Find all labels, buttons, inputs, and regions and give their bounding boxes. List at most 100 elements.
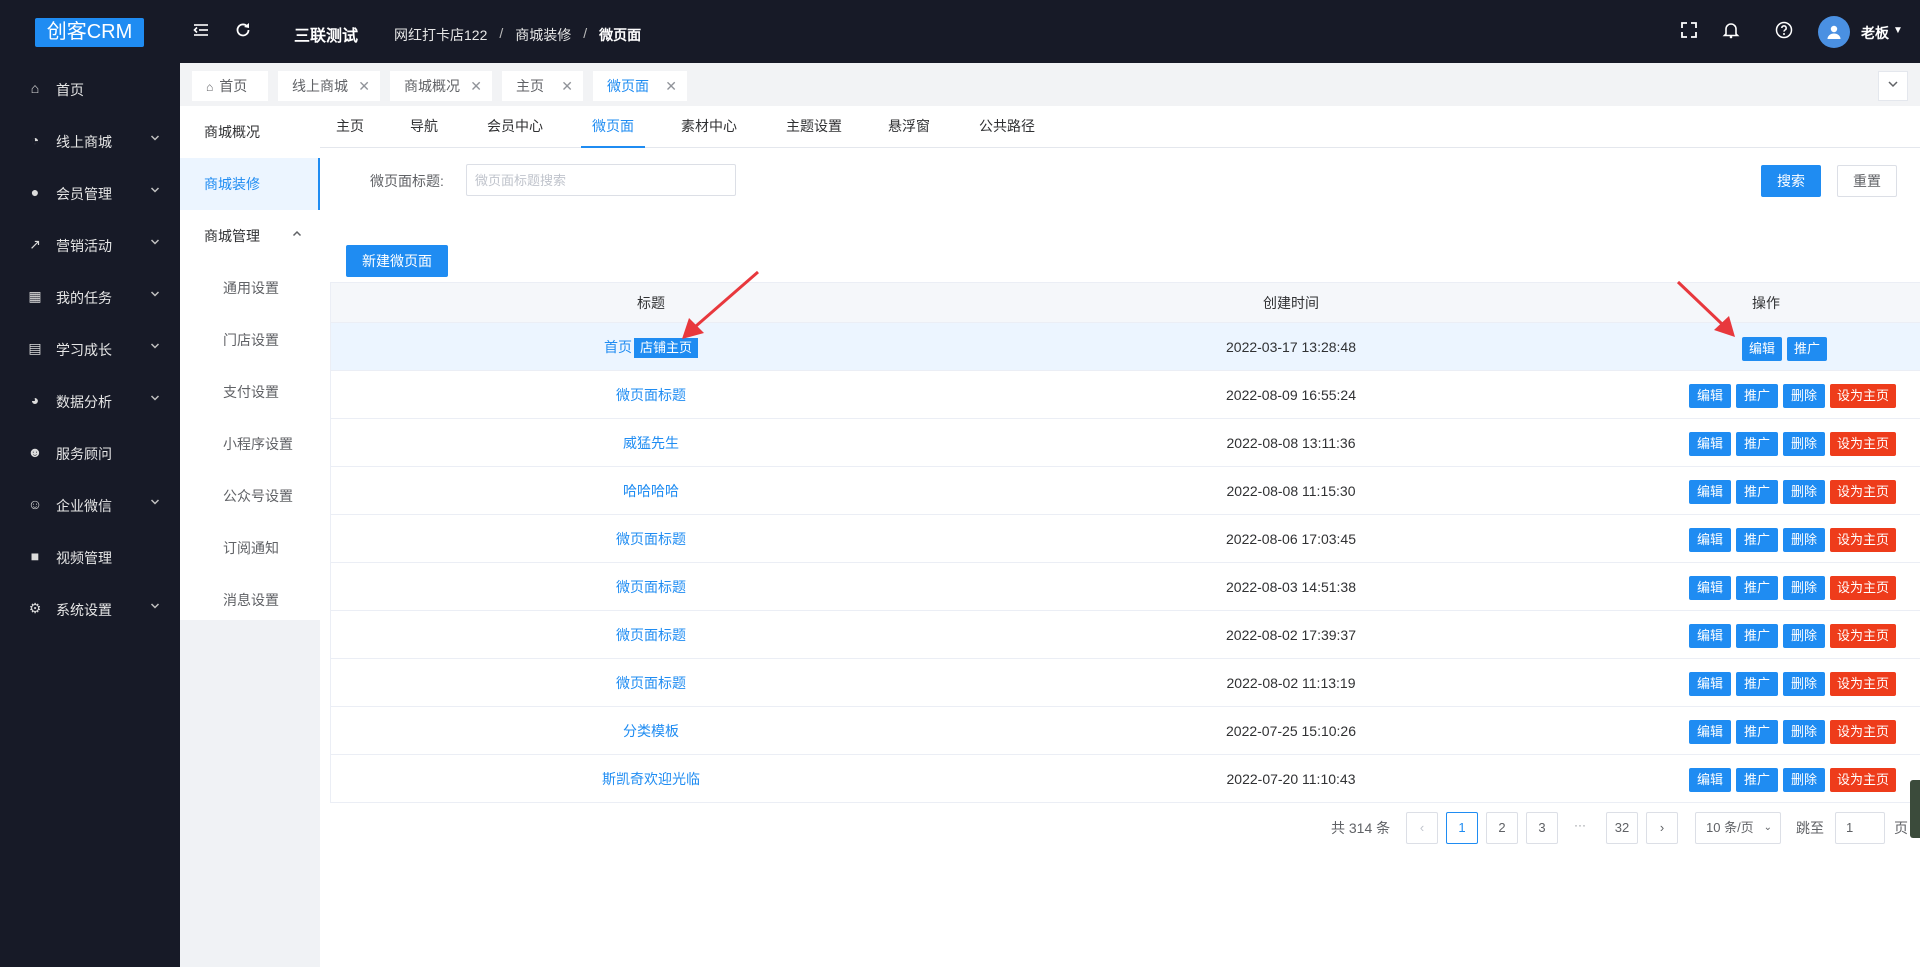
submenu-item[interactable]: 小程序设置 <box>180 418 320 470</box>
sidebar-item[interactable]: ↗ 营销活动 <box>0 219 180 271</box>
promote-button[interactable]: 推广 <box>1736 672 1779 696</box>
edit-button[interactable]: 编辑 <box>1689 672 1732 696</box>
breadcrumb-item[interactable]: 商城装修 <box>515 25 571 45</box>
close-icon[interactable]: ✕ <box>470 71 482 101</box>
promote-button[interactable]: 推广 <box>1736 432 1779 456</box>
submenu-item[interactable]: 商城装修 <box>180 158 320 210</box>
navtab[interactable]: 微页面 <box>581 106 645 148</box>
set-home-button[interactable]: 设为主页 <box>1830 576 1897 600</box>
page-size-select[interactable]: 10 条/页 ⌄ <box>1695 812 1781 844</box>
avatar[interactable] <box>1818 16 1850 48</box>
row-title-link[interactable]: 斯凯奇欢迎光临 <box>602 771 700 787</box>
close-icon[interactable]: ✕ <box>665 71 677 101</box>
tag-item[interactable]: 线上商城 ✕ <box>278 71 380 101</box>
submenu-item[interactable]: 通用设置 <box>180 262 320 314</box>
sidebar-item[interactable]: ⚙ 系统设置 <box>0 583 180 635</box>
edit-button[interactable]: 编辑 <box>1689 384 1732 408</box>
row-title-link[interactable]: 威猛先生 <box>623 435 679 451</box>
breadcrumb-item[interactable]: 网红打卡店122 <box>394 25 487 45</box>
navtab[interactable]: 主题设置 <box>786 106 844 148</box>
set-home-button[interactable]: 设为主页 <box>1830 384 1897 408</box>
sidebar-item[interactable]: ▦ 我的任务 <box>0 271 180 323</box>
edit-button[interactable]: 编辑 <box>1689 720 1732 744</box>
submenu-item[interactable]: 消息设置 <box>180 574 320 626</box>
row-title-link[interactable]: 微页面标题 <box>616 531 686 547</box>
row-title-link[interactable]: 微页面标题 <box>616 675 686 691</box>
delete-button[interactable]: 删除 <box>1783 432 1826 456</box>
edit-button[interactable]: 编辑 <box>1689 480 1732 504</box>
delete-button[interactable]: 删除 <box>1783 720 1826 744</box>
next-page-button[interactable]: › <box>1646 812 1678 844</box>
sidebar-item[interactable]: ☻ 服务顾问 <box>0 427 180 479</box>
user-name[interactable]: 老板 <box>1861 23 1889 43</box>
page-ellipsis[interactable]: ··· <box>1574 818 1586 832</box>
tag-item[interactable]: 微页面 ✕ <box>593 71 687 101</box>
delete-button[interactable]: 删除 <box>1783 672 1826 696</box>
delete-button[interactable]: 删除 <box>1783 480 1826 504</box>
set-home-button[interactable]: 设为主页 <box>1830 480 1897 504</box>
row-title-link[interactable]: 微页面标题 <box>616 579 686 595</box>
search-input[interactable] <box>466 164 736 196</box>
edit-button[interactable]: 编辑 <box>1689 528 1732 552</box>
submenu-item[interactable]: 公众号设置 <box>180 470 320 522</box>
tag-item[interactable]: 主页 ✕ <box>502 71 583 101</box>
promote-button[interactable]: 推广 <box>1736 768 1779 792</box>
submenu-item[interactable]: 商城概况 <box>180 106 320 158</box>
delete-button[interactable]: 删除 <box>1783 384 1826 408</box>
edit-button[interactable]: 编辑 <box>1689 768 1732 792</box>
navtab[interactable]: 会员中心 <box>487 106 545 148</box>
reset-button[interactable]: 重置 <box>1837 165 1897 197</box>
promote-button[interactable]: 推广 <box>1736 624 1779 648</box>
app-logo[interactable]: 创客CRM <box>35 18 144 47</box>
prev-page-button[interactable]: ‹ <box>1406 812 1438 844</box>
navtab[interactable]: 公共路径 <box>979 106 1037 148</box>
sidebar-item[interactable]: ▤ 学习成长 <box>0 323 180 375</box>
delete-button[interactable]: 删除 <box>1783 528 1826 552</box>
delete-button[interactable]: 删除 <box>1783 768 1826 792</box>
submenu-item[interactable]: 商城管理 <box>180 210 320 262</box>
set-home-button[interactable]: 设为主页 <box>1830 432 1897 456</box>
sidebar-item[interactable]: ■ 视频管理 <box>0 531 180 583</box>
submenu-item[interactable]: 门店设置 <box>180 314 320 366</box>
collapse-menu-icon[interactable] <box>191 21 211 41</box>
row-title-link[interactable]: 微页面标题 <box>616 627 686 643</box>
delete-button[interactable]: 删除 <box>1783 624 1826 648</box>
bell-icon[interactable] <box>1721 21 1741 41</box>
promote-button[interactable]: 推广 <box>1736 576 1779 600</box>
close-icon[interactable]: ✕ <box>358 71 370 101</box>
row-title-link[interactable]: 分类模板 <box>623 723 679 739</box>
sidebar-item[interactable]: ◕ 数据分析 <box>0 375 180 427</box>
side-drag-handle[interactable] <box>1910 780 1920 838</box>
sidebar-item[interactable]: ⌂ 首页 <box>0 63 180 115</box>
system-name[interactable]: 三联测试 <box>294 22 358 46</box>
sidebar-item[interactable]: ◔ 线上商城 <box>0 115 180 167</box>
sidebar-item[interactable]: ☺ 企业微信 <box>0 479 180 531</box>
edit-button[interactable]: 编辑 <box>1689 624 1732 648</box>
refresh-icon[interactable] <box>233 21 253 41</box>
close-icon[interactable]: ✕ <box>561 71 573 101</box>
set-home-button[interactable]: 设为主页 <box>1830 624 1897 648</box>
fullscreen-icon[interactable] <box>1679 21 1699 41</box>
set-home-button[interactable]: 设为主页 <box>1830 528 1897 552</box>
promote-button[interactable]: 推广 <box>1736 720 1779 744</box>
chevron-down-icon[interactable] <box>1878 71 1908 101</box>
navtab[interactable]: 悬浮窗 <box>888 106 932 148</box>
promote-button[interactable]: 推广 <box>1736 384 1779 408</box>
new-page-button[interactable]: 新建微页面 <box>346 245 448 277</box>
set-home-button[interactable]: 设为主页 <box>1830 720 1897 744</box>
row-title-link[interactable]: 微页面标题 <box>616 387 686 403</box>
row-title-link[interactable]: 首页 <box>604 339 632 355</box>
navtab[interactable]: 素材中心 <box>681 106 739 148</box>
page-button[interactable]: 2 <box>1486 812 1518 844</box>
tag-item[interactable]: ⌂ 首页 <box>192 71 268 101</box>
edit-button[interactable]: 编辑 <box>1742 337 1783 361</box>
edit-button[interactable]: 编辑 <box>1689 576 1732 600</box>
promote-button[interactable]: 推广 <box>1787 337 1828 361</box>
page-button[interactable]: 32 <box>1606 812 1638 844</box>
page-button[interactable]: 3 <box>1526 812 1558 844</box>
submenu-item[interactable]: 支付设置 <box>180 366 320 418</box>
tag-item[interactable]: 商城概况 ✕ <box>390 71 492 101</box>
row-title-link[interactable]: 哈哈哈哈 <box>623 483 679 499</box>
submenu-item[interactable]: 订阅通知 <box>180 522 320 574</box>
help-icon[interactable] <box>1774 21 1794 41</box>
